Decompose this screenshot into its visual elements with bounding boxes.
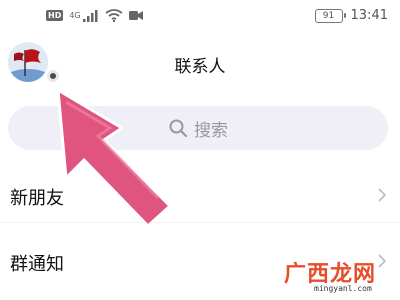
- status-time: 13:41: [350, 8, 388, 23]
- status-bar-right: 91 13:41: [314, 8, 388, 23]
- page-title: 联系人: [174, 57, 226, 77]
- divider: [0, 222, 400, 223]
- search-bar[interactable]: 搜索: [8, 106, 388, 150]
- list-item-label: 新朋友: [10, 188, 64, 209]
- watermark-url: mingyanl.com: [314, 284, 372, 293]
- header: 联系人: [0, 38, 400, 88]
- search-placeholder: 搜索: [194, 120, 228, 141]
- chevron-right-icon: [378, 188, 386, 202]
- status-bar-left: HD 4G: [46, 9, 143, 22]
- hd-badge: HD: [46, 10, 64, 21]
- battery-icon: 91: [314, 8, 346, 23]
- network-type: 4G: [69, 11, 81, 20]
- watermark: 广西龙网 mingyanl.com: [284, 256, 394, 300]
- list-item-label: 群通知: [10, 254, 64, 275]
- battery-level: 91: [322, 10, 335, 21]
- list-item-new-friends[interactable]: 新朋友: [0, 170, 400, 222]
- search-icon: [169, 119, 188, 138]
- wifi-icon: [105, 9, 123, 22]
- video-icon: [128, 11, 143, 20]
- signal-icon: [82, 9, 98, 22]
- status-bar: HD 4G 91 13:41: [0, 0, 400, 34]
